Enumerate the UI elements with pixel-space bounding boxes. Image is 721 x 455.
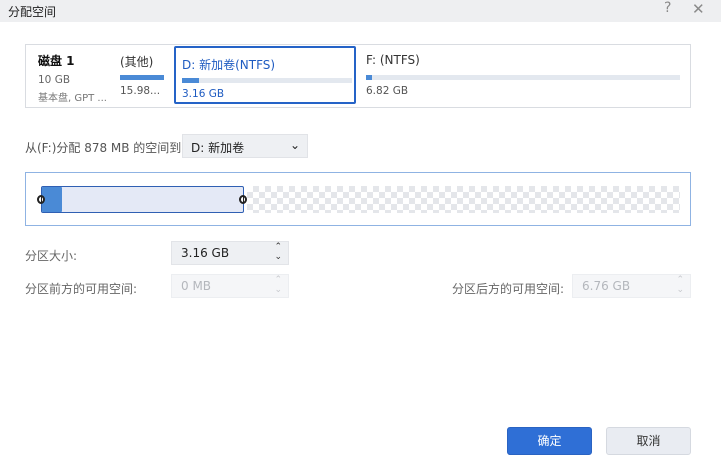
partition-usage-fill: [366, 75, 373, 80]
partition-other[interactable]: (其他) 15.98...: [114, 45, 164, 107]
space-after-label: 分区后方的可用空间:: [452, 282, 565, 296]
close-icon[interactable]: ✕: [692, 0, 705, 18]
partition-size: 15.98...: [120, 85, 161, 97]
disk-type: 基本盘, GPT ...: [38, 93, 107, 104]
cancel-button[interactable]: 取消: [606, 427, 691, 455]
disk-name: 磁盘 1: [38, 54, 75, 68]
partition-size: 6.82 GB: [366, 85, 409, 97]
resize-area: [25, 172, 691, 226]
space-after-input[interactable]: 6.76 GB ⌃ ⌄: [572, 274, 691, 298]
help-icon[interactable]: ?: [664, 0, 671, 16]
ok-button[interactable]: 确定: [507, 427, 592, 455]
space-before-input[interactable]: 0 MB ⌃ ⌄: [171, 274, 289, 298]
disk-map: 磁盘 1 10 GB 基本盘, GPT ... (其他) 15.98... D:…: [25, 44, 691, 108]
partition-f[interactable]: F: (NTFS) 6.82 GB: [360, 45, 684, 107]
disk-size: 10 GB: [38, 74, 71, 86]
partition-label: F: (NTFS): [366, 53, 420, 67]
left-resize-handle[interactable]: [37, 195, 45, 204]
title-bar: 分配空间 ? ✕: [0, 0, 721, 22]
disk-info: 磁盘 1 10 GB 基本盘, GPT ...: [38, 52, 107, 104]
space-after-value: 6.76 GB: [582, 279, 631, 293]
target-partition-select[interactable]: D: 新加卷 ⌄: [182, 134, 308, 158]
stepper-arrows-icon[interactable]: ⌃ ⌄: [274, 275, 282, 295]
partition-size-label: 分区大小:: [25, 249, 78, 263]
space-before-value: 0 MB: [181, 279, 212, 293]
partition-usage-bar: [182, 78, 352, 83]
stepper-arrows-icon[interactable]: ⌃ ⌄: [676, 275, 684, 295]
allocate-from-label: 从(F:)分配 878 MB 的空间到: [25, 141, 182, 155]
used-space-fill: [42, 187, 63, 212]
partition-size-input[interactable]: 3.16 GB ⌃ ⌄: [171, 241, 289, 265]
partition-usage-fill: [120, 75, 164, 80]
partition-usage-bar: [366, 75, 680, 80]
partition-label: D: 新加卷(NTFS): [182, 58, 276, 72]
partition-block[interactable]: [41, 186, 244, 213]
partition-usage-bar: [120, 75, 164, 80]
window-title: 分配空间: [8, 5, 57, 19]
chevron-down-icon: ⌄: [289, 138, 300, 152]
partition-usage-fill: [182, 78, 199, 83]
partition-label: (其他): [120, 55, 154, 69]
partition-d-selected[interactable]: D: 新加卷(NTFS) 3.16 GB: [174, 46, 356, 104]
partition-size: 3.16 GB: [182, 88, 225, 100]
partition-size-value: 3.16 GB: [181, 246, 230, 260]
unallocated-space: [247, 186, 680, 213]
stepper-arrows-icon[interactable]: ⌃ ⌄: [274, 242, 282, 262]
space-before-label: 分区前方的可用空间:: [25, 282, 138, 296]
right-resize-handle[interactable]: [239, 195, 247, 204]
target-partition-value: D: 新加卷: [191, 141, 245, 155]
